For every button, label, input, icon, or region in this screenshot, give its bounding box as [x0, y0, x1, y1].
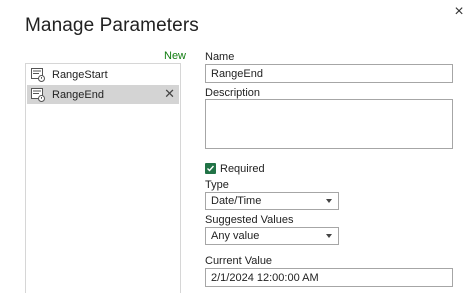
chevron-down-icon [326, 234, 332, 238]
current-value-label: Current Value [205, 255, 273, 267]
suggested-values-select[interactable]: Any value [205, 227, 339, 245]
checkmark-icon [207, 165, 215, 172]
description-field[interactable] [205, 99, 453, 149]
list-item-label: RangeEnd [52, 88, 104, 101]
remove-parameter-icon[interactable]: ✕ [164, 87, 175, 101]
required-label: Required [220, 163, 265, 175]
description-label: Description [205, 87, 261, 99]
name-field[interactable]: RangeEnd [205, 64, 453, 83]
required-checkbox[interactable] [205, 163, 216, 174]
type-select[interactable]: Date/Time [205, 192, 339, 210]
close-icon[interactable]: × [448, 4, 470, 26]
list-item-label: RangeStart [52, 68, 108, 81]
type-label: Type [205, 179, 229, 191]
list-item-rangestart[interactable]: RangeStart [27, 65, 179, 84]
type-select-value: Date/Time [211, 195, 262, 207]
chevron-down-icon [326, 199, 332, 203]
name-label: Name [205, 51, 235, 63]
dialog-title: Manage Parameters [25, 15, 199, 36]
list-item-rangeend[interactable]: RangeEnd ✕ [27, 85, 179, 104]
parameter-icon [31, 87, 45, 102]
current-value-field[interactable]: 2/1/2024 12:00:00 AM [205, 268, 453, 287]
parameter-icon [31, 67, 45, 82]
suggested-values-label: Suggested Values [205, 214, 294, 226]
suggested-values-select-value: Any value [211, 230, 260, 242]
manage-parameters-dialog: Manage Parameters × New RangeStart Range… [0, 0, 474, 293]
new-parameter-link[interactable]: New [164, 50, 186, 62]
parameter-list: RangeStart RangeEnd ✕ [25, 63, 181, 293]
